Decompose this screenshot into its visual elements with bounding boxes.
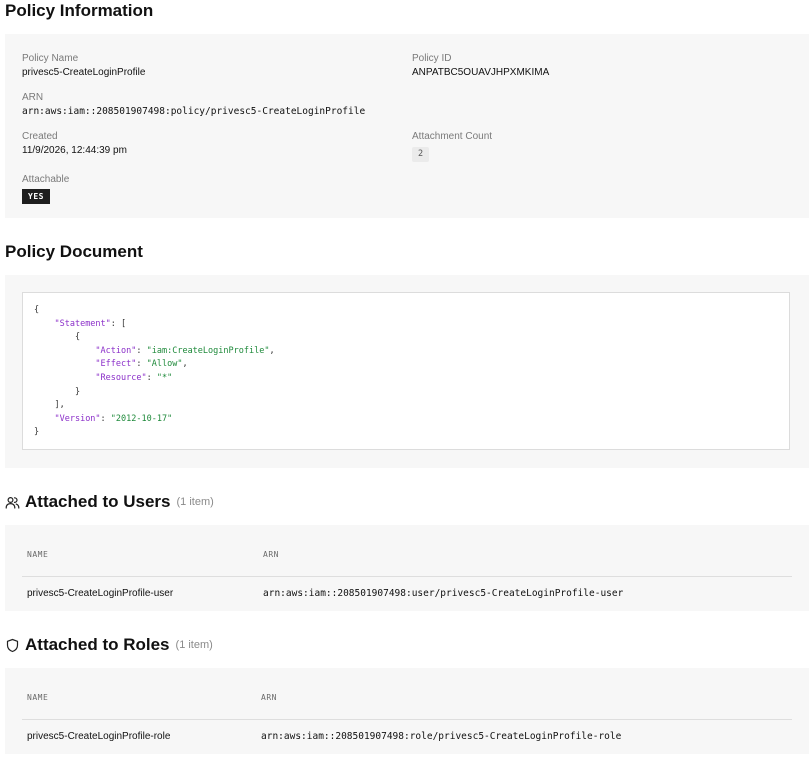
policy-document-heading: Policy Document xyxy=(5,242,143,261)
policy-detail-page: Policy Information Policy Name privesc5-… xyxy=(0,0,812,757)
roles-column-name: NAME xyxy=(27,693,49,702)
attached-roles-table: NAME ARN privesc5-CreateLoginProfile-rol… xyxy=(22,693,792,743)
json-object-open: { xyxy=(74,332,81,343)
users-column-arn: ARN xyxy=(263,550,279,559)
json-resource-key: "Resource" xyxy=(95,372,147,383)
attached-roles-title: Attached to Roles xyxy=(25,635,170,654)
arn-label: ARN xyxy=(22,92,44,103)
created-label: Created xyxy=(22,131,58,142)
policy-name-field: Policy Name privesc5-CreateLoginProfile xyxy=(22,52,145,80)
arn-value: arn:aws:iam::208501907498:policy/privesc… xyxy=(22,106,366,117)
json-action-key: "Action" xyxy=(95,345,137,356)
attachable-field: Attachable YES xyxy=(22,173,69,204)
policy-id-label: Policy ID xyxy=(412,53,452,64)
json-version-value: "2012-10-17" xyxy=(110,413,173,424)
attachable-label: Attachable xyxy=(22,174,70,185)
users-icon xyxy=(5,495,20,510)
policy-name-value: privesc5-CreateLoginProfile xyxy=(22,67,146,78)
attached-users-title: Attached to Users xyxy=(25,492,171,511)
json-statement-key: "Statement" xyxy=(54,318,111,329)
attachment-count-chip: 2 xyxy=(412,147,430,162)
users-header-divider xyxy=(22,576,792,577)
roles-header-divider xyxy=(22,719,792,720)
attached-users-panel: NAME ARN privesc5-CreateLoginProfile-use… xyxy=(5,525,809,611)
policy-information-heading: Policy Information xyxy=(5,1,154,20)
policy-json-code: { "Statement": [ { "Action": "iam:Create… xyxy=(34,305,275,438)
roles-column-arn: ARN xyxy=(261,693,277,702)
policy-document-panel: { "Statement": [ { "Action": "iam:Create… xyxy=(5,275,809,468)
policy-name-label: Policy Name xyxy=(22,53,79,64)
json-brace-close: } xyxy=(34,427,40,438)
role-row-name[interactable]: privesc5-CreateLoginProfile-role xyxy=(27,731,170,742)
json-effect-key: "Effect" xyxy=(95,359,137,370)
attachment-count-label: Attachment Count xyxy=(412,131,493,142)
json-bracket-close: ], xyxy=(54,400,65,411)
policy-information-panel: Policy Name privesc5-CreateLoginProfile … xyxy=(5,34,809,218)
attached-users-table: NAME ARN privesc5-CreateLoginProfile-use… xyxy=(22,550,792,600)
user-row-name[interactable]: privesc5-CreateLoginProfile-user xyxy=(27,588,173,599)
json-resource-value: "*" xyxy=(156,372,173,383)
policy-json-viewer[interactable]: { "Statement": [ { "Action": "iam:Create… xyxy=(22,292,790,450)
created-field: Created 11/9/2026, 12:44:39 pm xyxy=(22,130,127,158)
json-brace-open: { xyxy=(34,305,40,315)
json-object-close: } xyxy=(74,386,81,397)
attached-roles-panel: NAME ARN privesc5-CreateLoginProfile-rol… xyxy=(5,668,809,754)
attached-roles-heading: Attached to Roles (1 item) xyxy=(5,634,213,656)
attached-users-count: (1 item) xyxy=(176,496,214,508)
policy-id-field: Policy ID ANPATBC5OUAVJHPXMKIMA xyxy=(412,52,549,80)
attached-roles-count: (1 item) xyxy=(175,639,213,651)
arn-field: ARN arn:aws:iam::208501907498:policy/pri… xyxy=(22,91,365,119)
json-action-value: "iam:CreateLoginProfile" xyxy=(146,345,270,356)
json-version-key: "Version" xyxy=(54,413,101,424)
json-effect-value: "Allow" xyxy=(146,359,183,370)
shield-icon xyxy=(5,638,20,653)
user-row-arn: arn:aws:iam::208501907498:user/privesc5-… xyxy=(263,588,624,599)
attachment-count-field: Attachment Count 2 xyxy=(412,130,492,162)
created-value: 11/9/2026, 12:44:39 pm xyxy=(22,145,127,156)
json-bracket-open: [ xyxy=(121,318,127,329)
users-column-name: NAME xyxy=(27,550,49,559)
attachable-badge: YES xyxy=(22,189,50,204)
attached-users-heading: Attached to Users (1 item) xyxy=(5,491,214,513)
policy-id-value: ANPATBC5OUAVJHPXMKIMA xyxy=(412,67,550,78)
role-row-arn: arn:aws:iam::208501907498:role/privesc5-… xyxy=(261,731,622,742)
